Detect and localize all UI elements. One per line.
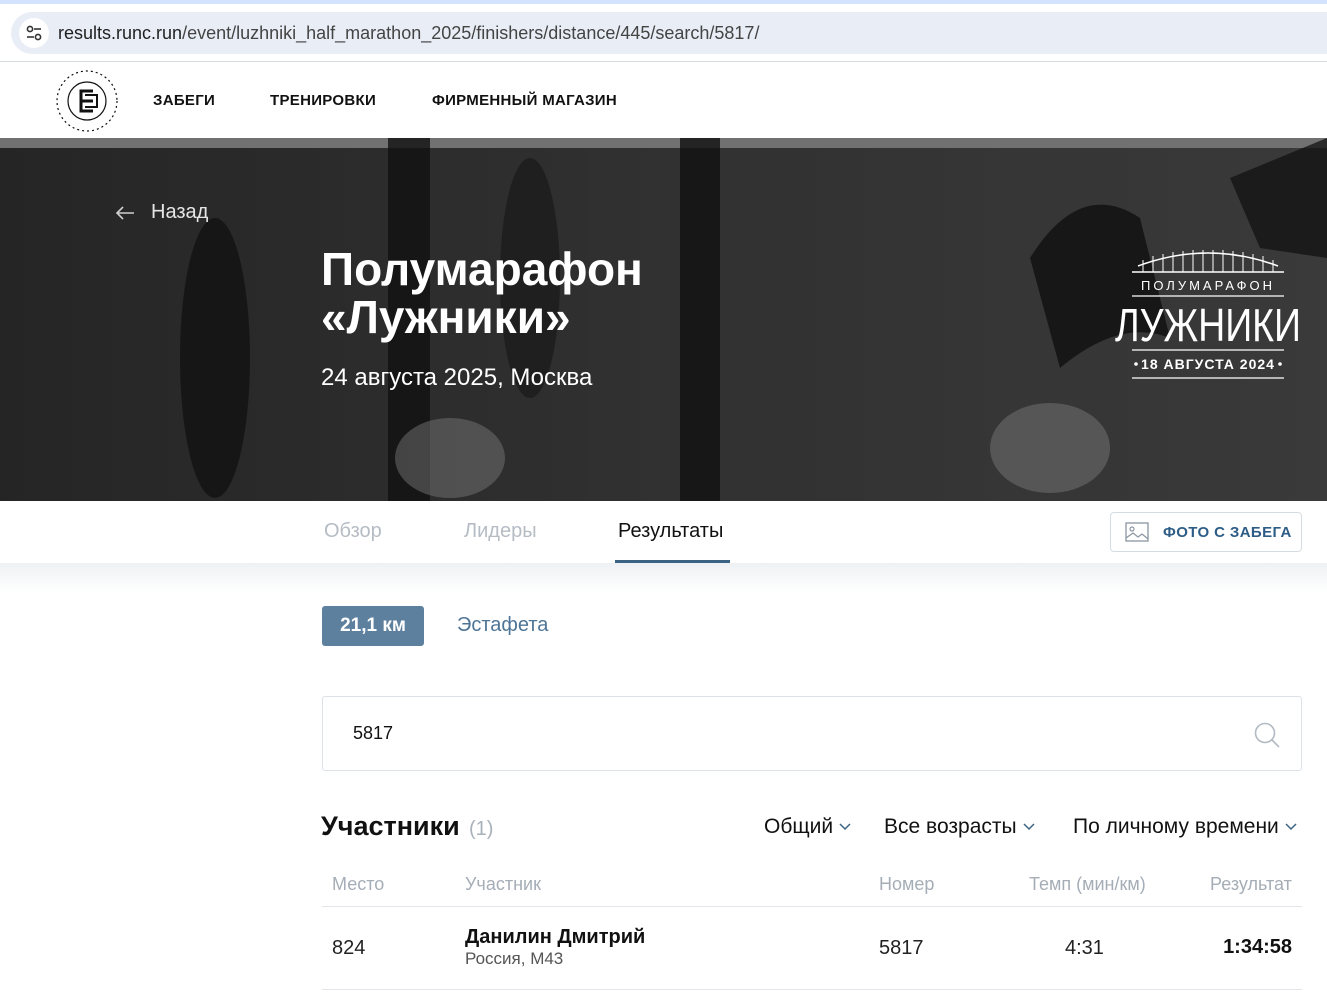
running-community-logo[interactable]	[55, 69, 119, 133]
event-title-line2: «Лужники»	[321, 291, 571, 343]
nav-trainings[interactable]: ТРЕНИРОВКИ	[270, 92, 376, 109]
browser-toolbar: results.runc.run/event/luzhniki_half_mar…	[0, 0, 1327, 62]
participants-count: (1)	[469, 818, 494, 840]
site-settings-icon[interactable]	[19, 18, 49, 48]
event-title: Полумарафон «Лужники»	[321, 245, 643, 341]
row-place: 824	[332, 937, 366, 959]
chevron-down-icon	[1285, 823, 1297, 831]
event-title-line1: Полумарафон	[321, 243, 643, 295]
row-participant-details: Россия, М43	[465, 949, 564, 968]
filter-age-dropdown[interactable]: Все возрасты	[884, 815, 1035, 839]
row-participant-name[interactable]: Данилин Дмитрий	[465, 926, 645, 949]
tab-results[interactable]: Результаты	[618, 520, 723, 543]
nav-races[interactable]: ЗАБЕГИ	[153, 92, 215, 109]
row-pace: 4:31	[1065, 937, 1104, 959]
chevron-down-icon	[839, 823, 851, 831]
column-bib: Номер	[879, 874, 935, 894]
tabs-shadow	[0, 563, 1327, 593]
arrow-left-icon	[115, 205, 134, 220]
url-path: /event/luzhniki_half_marathon_2025/finis…	[182, 23, 760, 43]
column-pace: Темп (мин/км)	[1029, 874, 1146, 894]
table-row-divider	[322, 989, 1302, 990]
address-bar[interactable]: results.runc.run/event/luzhniki_half_mar…	[11, 12, 1327, 54]
row-result: 1:34:58	[1223, 936, 1292, 958]
url-text[interactable]: results.runc.run/event/luzhniki_half_mar…	[58, 23, 759, 44]
filter-category-dropdown[interactable]: Общий	[764, 815, 851, 839]
filter-category-label: Общий	[764, 815, 834, 838]
column-result: Результат	[1210, 874, 1292, 894]
browser-accent-bar	[0, 0, 1327, 4]
tab-leaders[interactable]: Лидеры	[464, 520, 537, 543]
search-icon[interactable]	[1253, 721, 1281, 749]
column-place: Место	[332, 874, 385, 894]
filter-sort-dropdown[interactable]: По личному времени	[1073, 815, 1297, 839]
filter-age-label: Все возрасты	[884, 815, 1017, 838]
filter-sort-label: По личному времени	[1073, 815, 1279, 838]
distance-relay-button[interactable]: Эстафета	[457, 614, 548, 637]
site-header: ЗАБЕГИ ТРЕНИРОВКИ ФИРМЕННЫЙ МАГАЗИН	[0, 63, 1327, 138]
url-host: results.runc.run	[58, 23, 183, 43]
tab-overview[interactable]: Обзор	[324, 520, 382, 543]
table-header-divider	[322, 906, 1302, 907]
distance-21km-button[interactable]: 21,1 км	[322, 606, 424, 646]
back-label: Назад	[151, 201, 209, 223]
chevron-down-icon	[1023, 823, 1035, 831]
image-icon	[1125, 522, 1149, 542]
search-value: 5817	[353, 723, 394, 743]
event-tabs: Обзор Лидеры Результаты ФОТО С ЗАБЕГА	[0, 501, 1327, 563]
race-photos-label: ФОТО С ЗАБЕГА	[1163, 523, 1292, 541]
back-link[interactable]: Назад	[115, 201, 208, 224]
race-photos-button[interactable]: ФОТО С ЗАБЕГА	[1110, 512, 1302, 552]
column-participant: Участник	[465, 874, 541, 894]
nav-shop[interactable]: ФИРМЕННЫЙ МАГАЗИН	[432, 92, 617, 109]
event-logo-date-text: 18 АВГУСТА 2024	[1141, 356, 1275, 372]
participant-search-input[interactable]: 5817	[322, 696, 1302, 771]
event-date: 24 августа 2025, Москва	[321, 364, 593, 391]
event-logo-main-text: ЛУЖНИКИ	[1115, 299, 1301, 351]
event-hero: Назад Полумарафон «Лужники» 24 августа 2…	[0, 138, 1327, 501]
event-logo-top-text: ПОЛУМАРАФОН	[1141, 278, 1275, 293]
row-bib: 5817	[879, 937, 924, 959]
luzhniki-event-logo: ПОЛУМАРАФОН ЛУЖНИКИ 18 АВГУСТА 2024	[1115, 250, 1301, 379]
participants-title: Участники	[321, 811, 460, 841]
